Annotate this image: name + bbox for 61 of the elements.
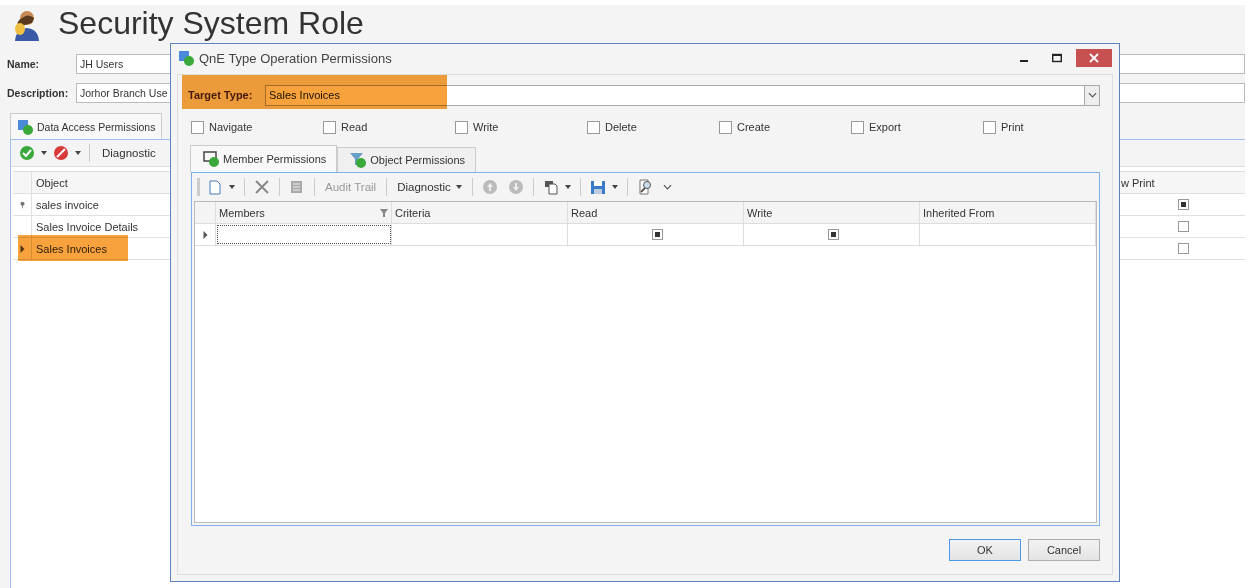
check-circle-icon[interactable] [19,145,35,161]
dialog-button[interactable]: Cancel [1028,539,1100,561]
checkbox[interactable]: Write [455,120,499,134]
copy-icon [542,179,559,195]
field-label: Name: [7,58,41,70]
minimize-icon [1020,60,1028,62]
checkbox[interactable] [651,229,663,240]
column-header[interactable]: Object [32,172,168,193]
table-cell[interactable] [216,224,392,245]
down-arrow-circle-icon [507,179,524,195]
checkbox[interactable]: Export [851,120,901,134]
dialog-button[interactable]: OK [949,539,1021,561]
chevron-down-icon [1087,92,1097,98]
table-cell-text: Sales Invoice Details [35,219,140,235]
cube-check-icon [178,50,194,66]
save-icon [589,179,606,195]
checkbox[interactable] [827,229,839,240]
pin-icon [19,200,25,209]
diagnostic-button[interactable]: Diagnostic [393,179,466,195]
stop-icon[interactable] [53,145,69,161]
monitor-check-icon [203,151,219,167]
x-icon [254,179,270,195]
diagnostic-button[interactable]: Diagnostic [98,145,160,161]
checkbox[interactable]: Delete [587,120,637,134]
caret-icon[interactable] [75,151,81,155]
document-icon [207,179,223,195]
field-label: Description: [7,87,70,99]
column-header[interactable]: Inherited From [920,202,1096,223]
checkbox[interactable]: Navigate [191,120,253,134]
caret-icon [611,185,618,189]
search-icon [636,179,653,195]
caret-icon[interactable] [41,151,47,155]
column-header[interactable]: Criteria [392,202,568,223]
caret-icon [229,185,235,189]
checkbox[interactable] [1177,199,1189,210]
close-button[interactable] [1076,49,1112,67]
tab[interactable]: Member Permissions [190,145,338,172]
cube-check-icon [17,118,33,135]
checkbox[interactable] [1177,221,1189,232]
page-title: Security System Role [58,5,364,41]
funnel-check-icon [350,152,367,168]
checkbox[interactable] [1177,243,1189,254]
maximize-icon [1052,53,1062,63]
filter-icon[interactable] [380,208,388,217]
column-header[interactable]: Read [568,202,744,223]
window-title: QnE Type Operation Permissions [199,50,392,66]
up-arrow-circle-icon [481,179,498,195]
checkbox[interactable]: Create [719,120,771,134]
tab[interactable]: Object Permissions [337,147,477,172]
tab[interactable]: Data Access Permissions [10,113,163,139]
close-icon [1089,53,1099,63]
column-header[interactable]: Members [216,202,392,223]
list-icon [289,179,305,195]
caret-icon [564,185,571,189]
field-label: Target Type: [188,89,254,101]
caret-icon [455,185,462,189]
checkbox[interactable]: Print [983,120,1024,134]
table-cell-text: sales invoice [35,197,100,213]
checkbox[interactable]: Read [323,120,368,134]
chevron-down-icon [662,184,672,190]
column-header[interactable]: Write [744,202,920,223]
